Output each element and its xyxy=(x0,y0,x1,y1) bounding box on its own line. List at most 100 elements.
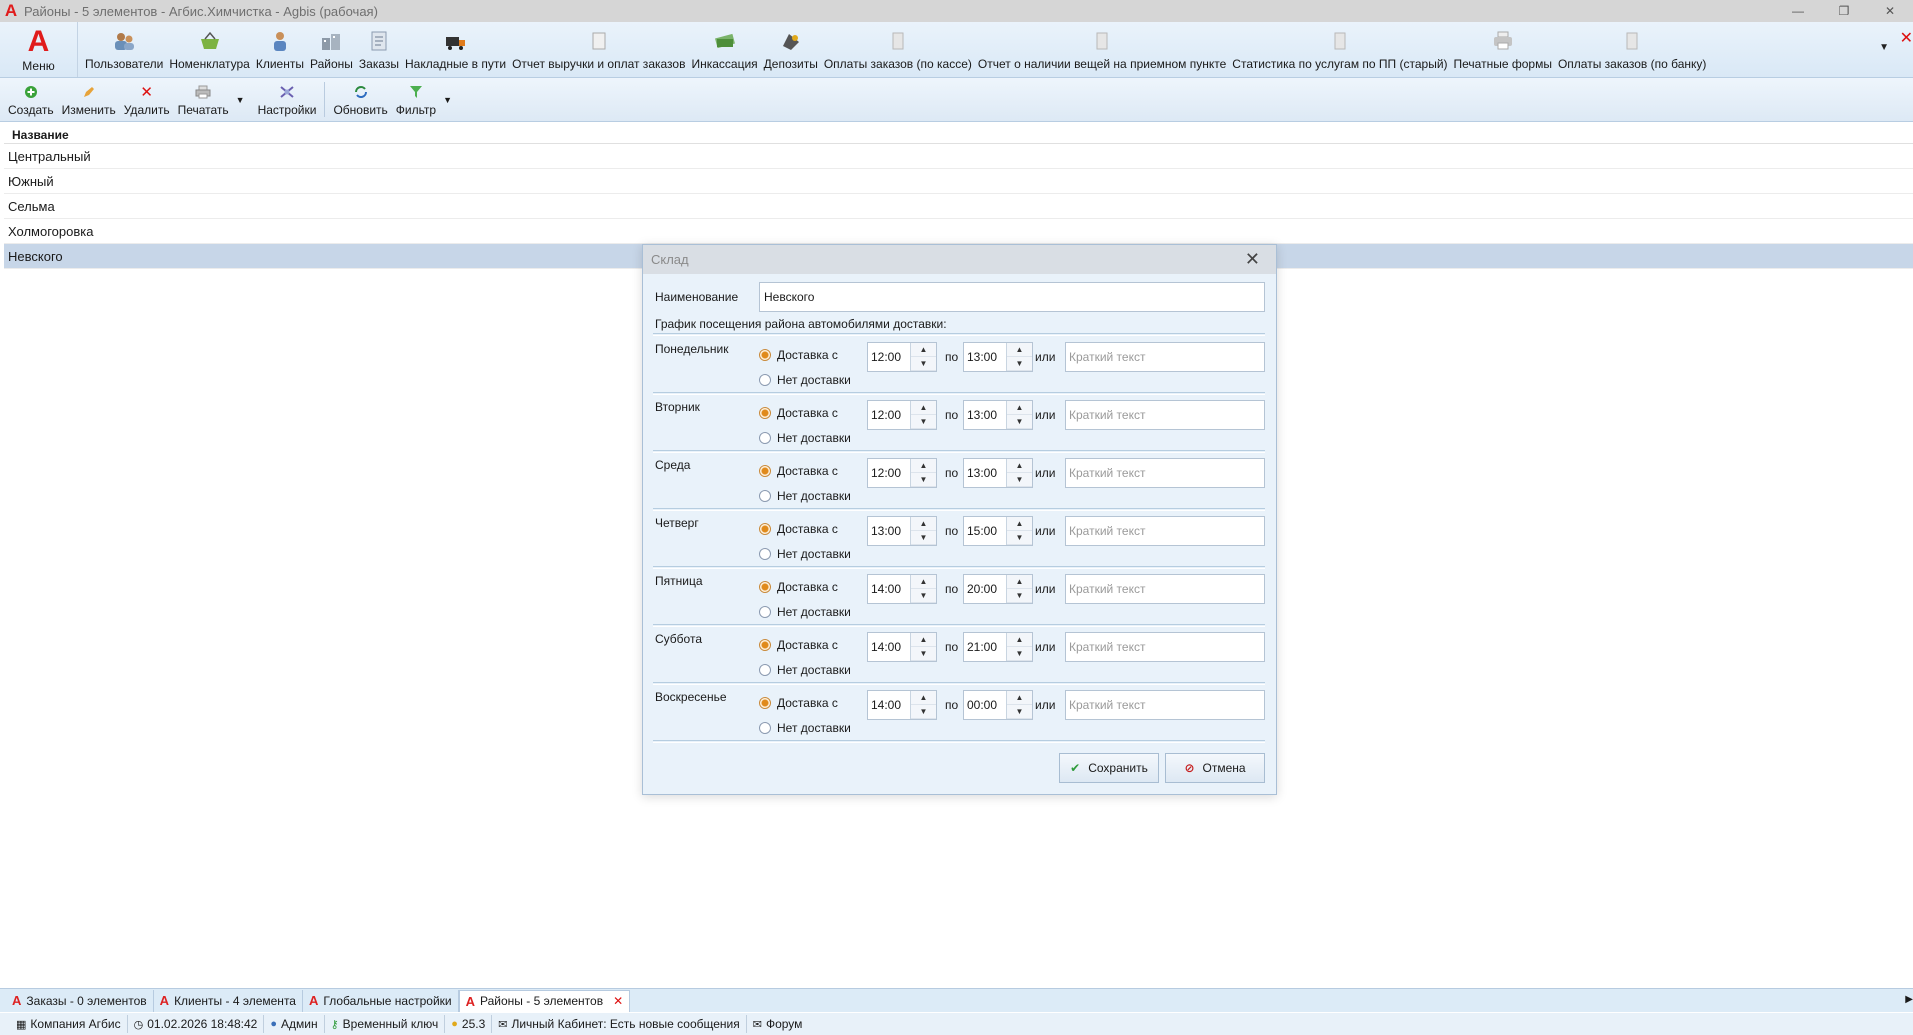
delivery-radio[interactable]: Доставка с xyxy=(759,580,838,594)
tab-item[interactable]: A Клиенты - 4 элемента xyxy=(154,989,303,1012)
time-to-value[interactable]: 20:00 xyxy=(964,575,1006,603)
time-from-value[interactable]: 14:00 xyxy=(868,691,910,719)
ribbon-item-2[interactable]: Клиенты xyxy=(253,21,307,77)
no-delivery-radio[interactable]: Нет доставки xyxy=(759,489,851,503)
short-text-input[interactable]: Краткий текст xyxy=(1065,458,1265,488)
time-from-value[interactable]: 14:00 xyxy=(868,633,910,661)
short-text-input[interactable]: Краткий текст xyxy=(1065,690,1265,720)
spin-up-icon[interactable]: ▲ xyxy=(1007,343,1032,357)
time-to-value[interactable]: 00:00 xyxy=(964,691,1006,719)
close-tab-icon[interactable]: ✕ xyxy=(613,994,623,1008)
table-row[interactable]: Южный xyxy=(4,169,1913,194)
time-from-stepper[interactable]: 14:00 ▲ ▼ xyxy=(867,632,937,662)
no-delivery-radio[interactable]: Нет доставки xyxy=(759,431,851,445)
spin-up-icon[interactable]: ▲ xyxy=(1007,459,1032,473)
status-cabinet[interactable]: ✉ Личный Кабинет: Есть новые сообщения xyxy=(492,1015,747,1033)
time-to-stepper[interactable]: 13:00 ▲ ▼ xyxy=(963,400,1033,430)
time-from-value[interactable]: 14:00 xyxy=(868,575,910,603)
ribbon-item-3[interactable]: Районы xyxy=(307,21,356,77)
delivery-radio[interactable]: Доставка с xyxy=(759,696,838,710)
delete-button[interactable]: ✕ Удалить xyxy=(120,78,174,121)
no-delivery-radio[interactable]: Нет доставки xyxy=(759,547,851,561)
grid-column-header[interactable]: Название xyxy=(4,124,1913,144)
cancel-button[interactable]: ⊘ Отмена xyxy=(1165,753,1265,783)
save-button[interactable]: ✔ Сохранить xyxy=(1059,753,1159,783)
ribbon-more-icon[interactable]: ▼ xyxy=(1879,42,1889,53)
spin-down-icon[interactable]: ▼ xyxy=(1007,647,1032,661)
print-dropdown-icon[interactable]: ▼ xyxy=(233,78,248,121)
table-row[interactable]: Холмогоровка xyxy=(4,219,1913,244)
no-delivery-radio[interactable]: Нет доставки xyxy=(759,721,851,735)
delivery-radio[interactable]: Доставка с xyxy=(759,348,838,362)
spin-down-icon[interactable]: ▼ xyxy=(911,357,936,371)
time-from-stepper[interactable]: 13:00 ▲ ▼ xyxy=(867,516,937,546)
delivery-radio[interactable]: Доставка с xyxy=(759,522,838,536)
spin-up-icon[interactable]: ▲ xyxy=(911,401,936,415)
spin-up-icon[interactable]: ▲ xyxy=(1007,575,1032,589)
tab-item[interactable]: A Глобальные настройки xyxy=(303,989,459,1012)
ribbon-item-10[interactable]: Отчет о наличии вещей на приемном пункте xyxy=(975,21,1229,77)
spin-down-icon[interactable]: ▼ xyxy=(1007,473,1032,487)
restore-icon[interactable]: ❐ xyxy=(1821,0,1867,22)
time-to-stepper[interactable]: 00:00 ▲ ▼ xyxy=(963,690,1033,720)
ribbon-item-5[interactable]: Накладные в пути xyxy=(402,21,509,77)
table-row[interactable]: Центральный xyxy=(4,144,1913,169)
ribbon-item-8[interactable]: Депозиты xyxy=(761,21,821,77)
menu-button[interactable]: A Меню xyxy=(0,22,78,77)
time-from-value[interactable]: 12:00 xyxy=(868,343,910,371)
spin-down-icon[interactable]: ▼ xyxy=(1007,357,1032,371)
spin-up-icon[interactable]: ▲ xyxy=(911,633,936,647)
ribbon-item-0[interactable]: Пользователи xyxy=(82,21,166,77)
no-delivery-radio[interactable]: Нет доставки xyxy=(759,663,851,677)
ribbon-item-7[interactable]: Инкассация xyxy=(688,21,760,77)
time-from-value[interactable]: 12:00 xyxy=(868,459,910,487)
spin-down-icon[interactable]: ▼ xyxy=(1007,589,1032,603)
delivery-radio[interactable]: Доставка с xyxy=(759,464,838,478)
time-to-value[interactable]: 21:00 xyxy=(964,633,1006,661)
time-from-value[interactable]: 13:00 xyxy=(868,517,910,545)
spin-up-icon[interactable]: ▲ xyxy=(911,691,936,705)
ribbon-item-13[interactable]: Оплаты заказов (по банку) xyxy=(1555,21,1709,77)
status-key[interactable]: ⚷ Временный ключ xyxy=(325,1015,446,1033)
tabs-scroll-icon[interactable]: ▶ xyxy=(1905,994,1913,1005)
spin-up-icon[interactable]: ▲ xyxy=(1007,691,1032,705)
ribbon-item-11[interactable]: Статистика по услугам по ПП (старый) xyxy=(1229,21,1450,77)
filter-button[interactable]: Фильтр xyxy=(392,78,440,121)
spin-up-icon[interactable]: ▲ xyxy=(911,575,936,589)
spin-down-icon[interactable]: ▼ xyxy=(911,415,936,429)
time-from-value[interactable]: 12:00 xyxy=(868,401,910,429)
time-to-stepper[interactable]: 13:00 ▲ ▼ xyxy=(963,458,1033,488)
time-from-stepper[interactable]: 14:00 ▲ ▼ xyxy=(867,574,937,604)
no-delivery-radio[interactable]: Нет доставки xyxy=(759,605,851,619)
time-from-stepper[interactable]: 12:00 ▲ ▼ xyxy=(867,342,937,372)
minimize-icon[interactable]: — xyxy=(1775,0,1821,22)
print-button[interactable]: Печатать xyxy=(174,78,233,121)
spin-down-icon[interactable]: ▼ xyxy=(911,647,936,661)
time-to-stepper[interactable]: 21:00 ▲ ▼ xyxy=(963,632,1033,662)
spin-up-icon[interactable]: ▲ xyxy=(911,517,936,531)
short-text-input[interactable]: Краткий текст xyxy=(1065,574,1265,604)
name-input[interactable]: Невского xyxy=(759,282,1265,312)
ribbon-item-12[interactable]: Печатные формы xyxy=(1451,21,1555,77)
ribbon-close-icon[interactable]: ✕ xyxy=(1900,28,1913,48)
time-to-stepper[interactable]: 20:00 ▲ ▼ xyxy=(963,574,1033,604)
spin-down-icon[interactable]: ▼ xyxy=(911,705,936,719)
tab-item[interactable]: A Заказы - 0 элементов xyxy=(6,989,154,1012)
short-text-input[interactable]: Краткий текст xyxy=(1065,400,1265,430)
ribbon-item-9[interactable]: Оплаты заказов (по кассе) xyxy=(821,21,975,77)
ribbon-item-4[interactable]: Заказы xyxy=(356,21,402,77)
time-to-value[interactable]: 13:00 xyxy=(964,343,1006,371)
spin-down-icon[interactable]: ▼ xyxy=(911,531,936,545)
table-row[interactable]: Сельма xyxy=(4,194,1913,219)
ribbon-item-1[interactable]: Номенклатура xyxy=(166,21,253,77)
time-from-stepper[interactable]: 12:00 ▲ ▼ xyxy=(867,458,937,488)
time-to-stepper[interactable]: 15:00 ▲ ▼ xyxy=(963,516,1033,546)
time-to-stepper[interactable]: 13:00 ▲ ▼ xyxy=(963,342,1033,372)
short-text-input[interactable]: Краткий текст xyxy=(1065,516,1265,546)
time-from-stepper[interactable]: 12:00 ▲ ▼ xyxy=(867,400,937,430)
spin-down-icon[interactable]: ▼ xyxy=(1007,531,1032,545)
short-text-input[interactable]: Краткий текст xyxy=(1065,342,1265,372)
spin-down-icon[interactable]: ▼ xyxy=(911,473,936,487)
ribbon-item-6[interactable]: Отчет выручки и оплат заказов xyxy=(509,21,688,77)
spin-up-icon[interactable]: ▲ xyxy=(1007,401,1032,415)
